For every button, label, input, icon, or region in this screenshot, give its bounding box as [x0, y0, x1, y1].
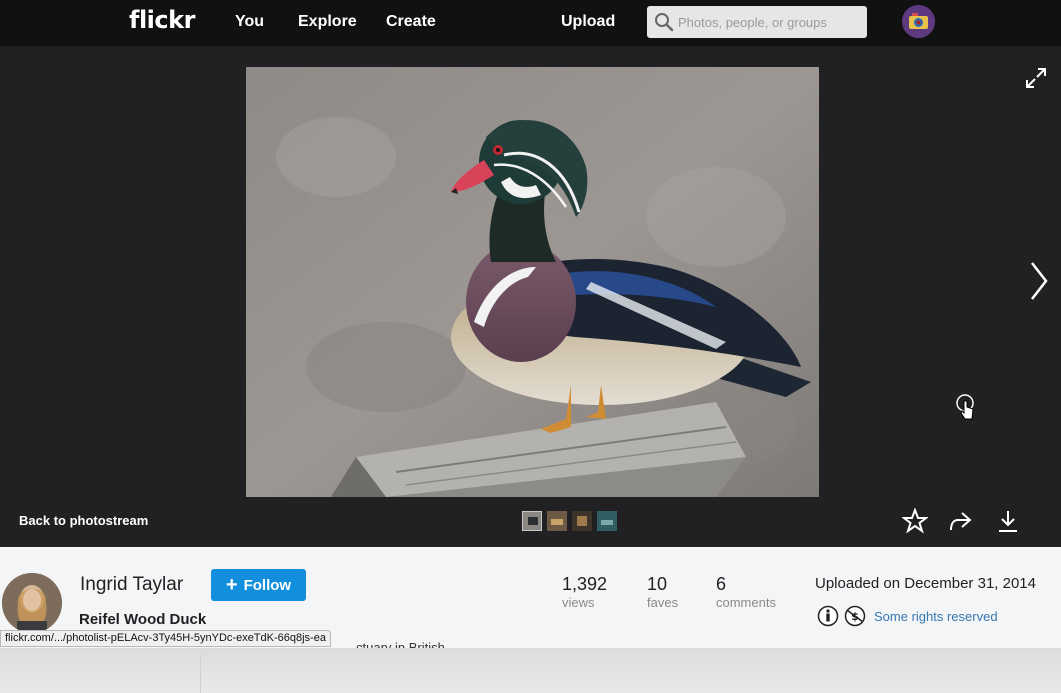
- next-photo-arrow-icon[interactable]: [1028, 261, 1050, 301]
- photostream-thumbnails: [522, 511, 617, 531]
- noncommercial-license-icon[interactable]: $: [844, 605, 866, 627]
- nav-explore[interactable]: Explore: [298, 13, 357, 31]
- thumbnail[interactable]: [597, 511, 617, 531]
- camera-avatar-icon: [902, 5, 935, 38]
- thumbnail[interactable]: [522, 511, 542, 531]
- attribution-license-icon[interactable]: [817, 605, 839, 627]
- thumbnail[interactable]: [572, 511, 592, 531]
- flickr-logo[interactable]: flickr: [129, 6, 195, 34]
- page-bottom-overlay: [0, 648, 1061, 693]
- share-icon[interactable]: [947, 508, 973, 534]
- views-count: 1,392: [562, 574, 608, 594]
- comments-label: comments: [716, 595, 776, 610]
- comments-count: 6: [716, 574, 727, 594]
- fave-star-icon[interactable]: [902, 508, 928, 534]
- user-avatar[interactable]: [902, 5, 935, 38]
- upload-date: Uploaded on December 31, 2014: [815, 575, 1036, 592]
- nav-upload[interactable]: Upload: [561, 13, 615, 31]
- main-photo[interactable]: [246, 67, 819, 497]
- nav-create[interactable]: Create: [386, 13, 436, 31]
- search-box[interactable]: [647, 6, 867, 38]
- faves-label: faves: [647, 595, 679, 610]
- owner-portrait-icon: [2, 573, 62, 633]
- search-input[interactable]: [678, 6, 864, 38]
- owner-avatar[interactable]: [2, 573, 62, 633]
- download-icon[interactable]: [995, 508, 1021, 534]
- nav-you[interactable]: You: [235, 13, 264, 31]
- divider: [200, 655, 201, 693]
- back-to-photostream-link[interactable]: Back to photostream: [19, 513, 148, 528]
- thumbnail[interactable]: [547, 511, 567, 531]
- some-rights-reserved-link[interactable]: Some rights reserved: [874, 609, 998, 624]
- follow-button[interactable]: + Follow: [211, 569, 306, 601]
- photo-title: Reifel Wood Duck: [79, 611, 207, 628]
- owner-name[interactable]: Ingrid Taylar: [80, 574, 183, 596]
- search-icon: [655, 13, 674, 32]
- top-nav: flickr You Explore Create Upload: [0, 0, 1061, 46]
- photo-stage: Back to photostream: [0, 46, 1061, 547]
- follow-label: Follow: [243, 576, 292, 594]
- faves-count: 10: [647, 574, 668, 594]
- hand-cursor-icon: [956, 394, 974, 420]
- status-bar-url: flickr.com/.../photolist-pELAcv-3Ty45H-5…: [0, 630, 331, 647]
- wood-duck-photo: [246, 67, 819, 497]
- plus-icon: +: [225, 574, 238, 596]
- fullscreen-icon[interactable]: [1024, 66, 1048, 90]
- views-label: views: [562, 595, 595, 610]
